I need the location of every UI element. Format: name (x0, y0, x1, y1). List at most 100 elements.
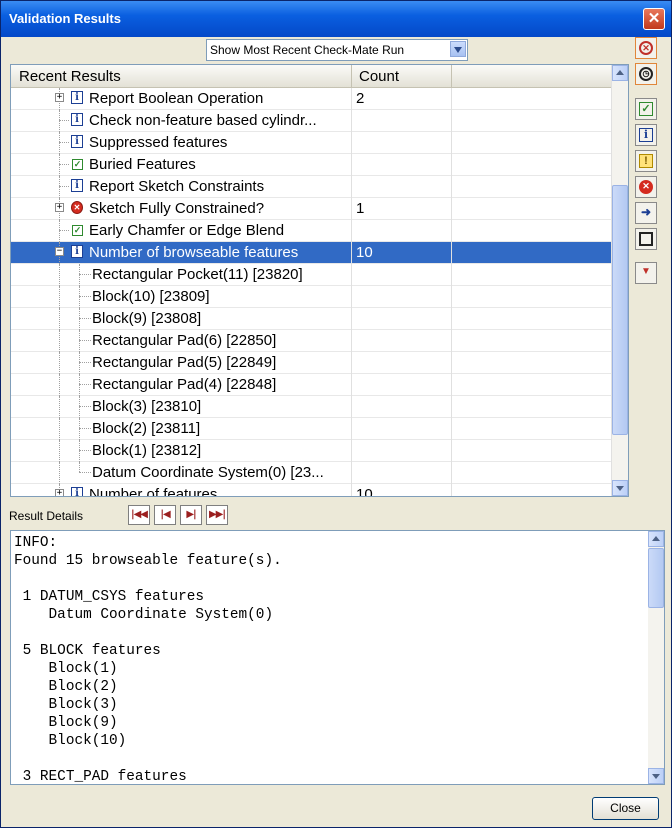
row-label: Check non-feature based cylindr... (89, 112, 317, 129)
tree-row[interactable]: + i Number of features 10 (11, 484, 611, 497)
previous-result-button[interactable]: |◀ (154, 505, 176, 525)
tree-child-row[interactable]: Rectangular Pad(4) [22848] (11, 374, 611, 396)
column-header-count[interactable]: Count (359, 68, 399, 85)
show-passed-button[interactable]: ✓ (635, 98, 657, 120)
chevron-down-icon[interactable] (450, 41, 466, 57)
row-label: Datum Coordinate System(0) [23... (92, 464, 324, 481)
details-scroll-down-button[interactable] (648, 768, 664, 784)
export-button[interactable]: ➜ (635, 202, 657, 224)
check-icon: ✓ (72, 159, 83, 170)
tree-child-row[interactable]: Block(9) [23808] (11, 308, 611, 330)
show-errors-button[interactable]: ✕ (635, 176, 657, 198)
history-button[interactable]: ◷ (635, 63, 657, 85)
next-result-button[interactable]: ▶| (180, 505, 202, 525)
column-header-recent-results[interactable]: Recent Results (19, 68, 121, 85)
delete-results-icon: ✕ (639, 41, 653, 55)
row-label: Rectangular Pad(4) [22848] (92, 376, 277, 393)
expand-icon[interactable]: + (55, 203, 64, 212)
details-scroll-up-button[interactable] (648, 531, 664, 547)
delete-results-button[interactable]: ✕ (635, 37, 657, 59)
tree-child-row[interactable]: Block(10) [23809] (11, 286, 611, 308)
tree-row[interactable]: + ✕ Sketch Fully Constrained? 1 (11, 198, 611, 220)
tree-row[interactable]: ✓ Early Chamfer or Edge Blend (11, 220, 611, 242)
row-count: 1 (356, 200, 365, 217)
tree-row[interactable]: ✓ Buried Features (11, 154, 611, 176)
first-result-button[interactable]: |◀◀ (128, 505, 150, 525)
window-close-icon[interactable]: ✕ (643, 8, 665, 30)
row-label: Buried Features (89, 156, 196, 173)
grid-header: Recent Results Count (11, 65, 611, 88)
history-icon: ◷ (639, 67, 653, 81)
results-tree-grid[interactable]: Recent Results Count + i Report Boolean Op… (10, 64, 629, 497)
row-label: Rectangular Pocket(11) [23820] (92, 266, 303, 283)
result-details-text[interactable]: INFO: Found 15 browseable feature(s). 1 … (14, 534, 282, 784)
tree-row[interactable]: i Report Sketch Constraints (11, 176, 611, 198)
row-count: 2 (356, 90, 365, 107)
window-title: Validation Results (9, 11, 121, 26)
passed-filter-icon: ✓ (639, 102, 653, 116)
info-icon: i (71, 135, 83, 148)
info-icon: i (71, 179, 83, 192)
tree-child-row[interactable]: Block(3) [23810] (11, 396, 611, 418)
stop-button[interactable] (635, 228, 657, 250)
check-icon: ✓ (72, 225, 83, 236)
info-filter-icon: i (639, 128, 653, 142)
result-details-text-area[interactable]: INFO: Found 15 browseable feature(s). 1 … (10, 530, 665, 785)
tree-row[interactable]: i Suppressed features (11, 132, 611, 154)
show-info-button[interactable]: i (635, 124, 657, 146)
show-warnings-button[interactable]: ! (635, 150, 657, 172)
row-label: Rectangular Pad(5) [22849] (92, 354, 277, 371)
filter-button[interactable]: ▼ (635, 262, 657, 284)
details-vertical-scrollbar[interactable] (648, 531, 664, 784)
tree-row[interactable]: i Check non-feature based cylindr... (11, 110, 611, 132)
row-label: Block(2) [23811] (92, 420, 201, 437)
info-icon: i (71, 91, 83, 104)
tree-child-row[interactable]: Rectangular Pocket(11) [23820] (11, 264, 611, 286)
row-label: Block(9) [23808] (92, 310, 202, 327)
row-count: 10 (356, 244, 373, 261)
export-icon: ➜ (640, 205, 652, 219)
collapse-icon[interactable]: − (55, 247, 64, 256)
row-label: Block(1) [23812] (92, 442, 202, 459)
tree-row[interactable]: − i Number of browseable features 10 (11, 242, 611, 264)
tree-child-row[interactable]: Rectangular Pad(5) [22849] (11, 352, 611, 374)
row-label: Number of browseable features (89, 244, 299, 261)
warning-filter-icon: ! (639, 154, 653, 168)
filter-icon: ▼ (641, 266, 651, 277)
scroll-down-button[interactable] (612, 480, 628, 496)
row-label: Sketch Fully Constrained? (89, 200, 265, 217)
error-icon: ✕ (71, 201, 83, 214)
stop-icon (639, 232, 653, 246)
row-label: Number of features (89, 486, 218, 497)
run-select-dropdown[interactable]: Show Most Recent Check-Mate Run (206, 39, 468, 61)
row-label: Suppressed features (89, 134, 228, 151)
scroll-thumb[interactable] (612, 185, 628, 435)
tree-child-row[interactable]: Block(2) [23811] (11, 418, 611, 440)
tree-child-row[interactable]: Datum Coordinate System(0) [23... (11, 462, 611, 484)
validation-results-window: Validation Results ✕ Show Most Recent Ch… (0, 0, 672, 828)
row-label: Block(3) [23810] (92, 398, 202, 415)
scroll-up-button[interactable] (612, 65, 628, 81)
last-result-button[interactable]: ▶▶| (206, 505, 228, 525)
info-icon: i (71, 113, 83, 126)
details-scroll-thumb[interactable] (648, 548, 664, 608)
row-count: 10 (356, 486, 373, 497)
dialog-body: Show Most Recent Check-Mate Run Recent R… (1, 37, 671, 827)
expand-icon[interactable]: + (55, 93, 64, 102)
row-label: Rectangular Pad(6) [22850] (92, 332, 277, 349)
expand-icon[interactable]: + (55, 489, 64, 496)
title-bar[interactable]: Validation Results ✕ (1, 1, 671, 37)
result-details-label: Result Details (9, 509, 84, 523)
row-label: Report Boolean Operation (89, 90, 264, 107)
tree-child-row[interactable]: Rectangular Pad(6) [22850] (11, 330, 611, 352)
info-icon: i (71, 487, 83, 496)
tree-row[interactable]: + i Report Boolean Operation 2 (11, 88, 611, 110)
results-vertical-scrollbar[interactable] (611, 65, 628, 496)
error-filter-icon: ✕ (639, 180, 653, 194)
info-icon: i (71, 245, 83, 258)
run-select-value: Show Most Recent Check-Mate Run (210, 43, 405, 57)
row-label: Report Sketch Constraints (89, 178, 265, 195)
row-label: Early Chamfer or Edge Blend (89, 222, 285, 239)
tree-child-row[interactable]: Block(1) [23812] (11, 440, 611, 462)
close-button[interactable]: Close (592, 797, 659, 820)
